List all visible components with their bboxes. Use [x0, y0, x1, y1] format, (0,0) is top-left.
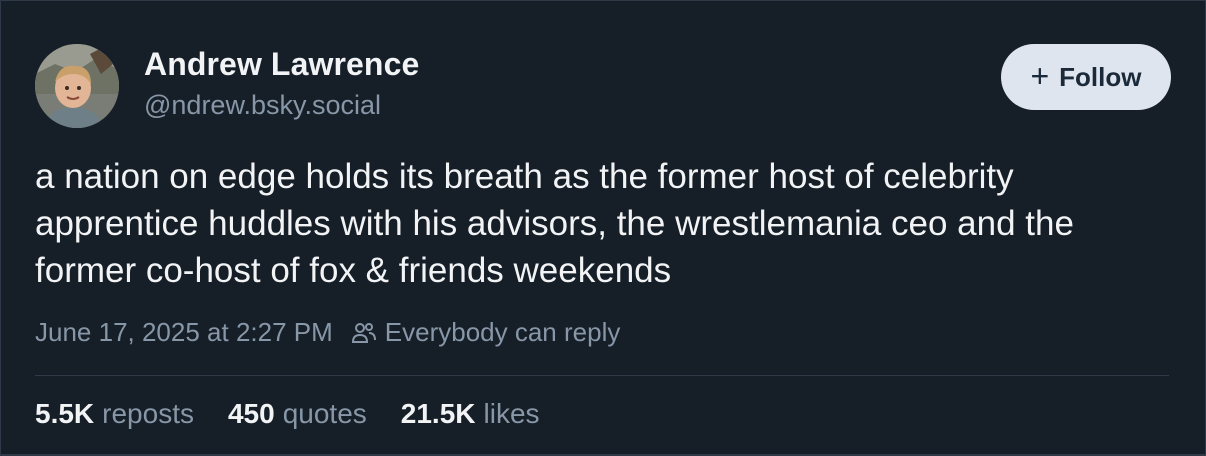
child-photo-avatar-icon [35, 44, 119, 128]
quotes-stat[interactable]: 450 quotes [228, 398, 367, 430]
reposts-stat[interactable]: 5.5K reposts [35, 398, 194, 430]
post-stats: 5.5K reposts 450 quotes 21.5K likes [35, 398, 574, 430]
likes-label: likes [483, 398, 540, 429]
follow-button[interactable]: + Follow [1001, 44, 1171, 110]
likes-count: 21.5K [400, 398, 476, 429]
author-display-name[interactable]: Andrew Lawrence [144, 46, 419, 83]
author-handle[interactable]: @ndrew.bsky.social [144, 90, 381, 121]
people-icon [351, 321, 377, 345]
reposts-count: 5.5K [35, 398, 95, 429]
reply-setting: Everybody can reply [384, 317, 621, 347]
post-card: Andrew Lawrence @ndrew.bsky.social + Fol… [0, 0, 1206, 456]
reposts-label: reposts [102, 398, 194, 429]
post-meta: June 17, 2025 at 2:27 PM Everybody can r… [35, 317, 620, 348]
divider [35, 375, 1169, 376]
follow-button-label: Follow [1059, 61, 1142, 92]
likes-stat[interactable]: 21.5K likes [401, 398, 540, 430]
post-body: a nation on edge holds its breath as the… [35, 157, 1074, 290]
author-avatar[interactable] [35, 44, 119, 128]
quotes-count: 450 [227, 398, 275, 429]
plus-icon: + [1030, 57, 1050, 94]
post-timestamp[interactable]: June 17, 2025 at 2:27 PM [35, 317, 333, 348]
quotes-label: quotes [282, 398, 367, 429]
